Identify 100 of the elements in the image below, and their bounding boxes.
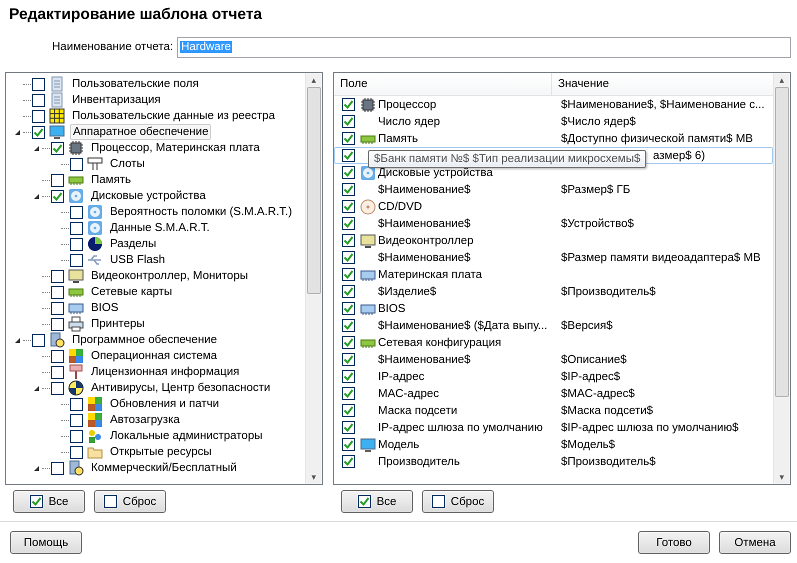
scrollbar[interactable]: ▴ ▾: [305, 73, 322, 484]
checkbox[interactable]: [342, 115, 355, 128]
checkbox[interactable]: [51, 462, 64, 474]
checkbox[interactable]: [70, 206, 83, 218]
checkbox[interactable]: [32, 126, 45, 138]
tree-item[interactable]: Антивирусы, Центр безопасности: [89, 381, 272, 395]
checkbox[interactable]: [342, 438, 355, 451]
tree-item[interactable]: Дисковые устройства: [89, 189, 208, 203]
dialog-button[interactable]: Готово: [638, 531, 710, 554]
field-value: $Размер памяти видеоадаптера$ MB: [561, 252, 761, 264]
checkbox-button[interactable]: Сброс: [422, 490, 494, 513]
checkbox[interactable]: [342, 387, 355, 400]
help-button[interactable]: Помощь: [10, 531, 82, 554]
scroll-down-button[interactable]: ▾: [780, 470, 784, 484]
scrollbar[interactable]: ▴ ▾: [773, 73, 790, 484]
checkbox[interactable]: [342, 370, 355, 383]
expander-icon[interactable]: [14, 128, 21, 136]
checkbox[interactable]: [342, 353, 355, 366]
checkbox[interactable]: [70, 446, 83, 458]
checkbox[interactable]: [32, 94, 45, 106]
checkbox[interactable]: [70, 430, 83, 442]
checkbox[interactable]: [342, 268, 355, 281]
checkbox[interactable]: [342, 234, 355, 247]
scrollbar-thumb[interactable]: [307, 87, 321, 294]
scrollbar-thumb[interactable]: [775, 87, 789, 397]
scroll-down-button[interactable]: ▾: [312, 470, 316, 484]
tree-item[interactable]: Обновления и патчи: [108, 397, 222, 411]
checkbox[interactable]: [51, 286, 64, 298]
checkbox[interactable]: [70, 254, 83, 266]
tree-item[interactable]: Операционная система: [89, 349, 220, 363]
field-value: $IP-адрес шлюза по умолчанию$: [561, 422, 738, 434]
checkbox[interactable]: [70, 158, 83, 170]
tree-item[interactable]: Слоты: [108, 157, 147, 171]
checkbox[interactable]: [51, 270, 64, 282]
checkbox[interactable]: [70, 398, 83, 410]
tree-item[interactable]: Лицензионная информация: [89, 365, 242, 379]
checkbox[interactable]: [342, 200, 355, 213]
checkbox[interactable]: [342, 404, 355, 417]
tree-item[interactable]: Локальные администраторы: [108, 429, 264, 443]
checkbox[interactable]: [342, 166, 355, 179]
checkbox[interactable]: [342, 132, 355, 145]
checkbox[interactable]: [342, 302, 355, 315]
checkbox[interactable]: [70, 222, 83, 234]
tree-item[interactable]: Аппаратное обеспечение: [70, 124, 212, 140]
tree-item[interactable]: Вероятность поломки (S.M.A.R.T.): [108, 205, 294, 219]
checkbox[interactable]: [51, 142, 64, 154]
checkbox[interactable]: [70, 238, 83, 250]
checkbox[interactable]: [342, 319, 355, 332]
column-header[interactable]: Значение: [552, 73, 773, 95]
column-header[interactable]: Поле: [334, 73, 552, 95]
dialog-button[interactable]: Отмена: [719, 531, 791, 554]
checkbox[interactable]: [342, 421, 355, 434]
checkbox[interactable]: [51, 366, 64, 378]
slot-icon: [87, 156, 103, 172]
tree-item[interactable]: Данные S.M.A.R.T.: [108, 221, 212, 235]
checkbox[interactable]: [51, 318, 64, 330]
checkbox[interactable]: [342, 285, 355, 298]
checkbox-button[interactable]: Все: [13, 490, 85, 513]
tree-item[interactable]: Коммерческий/Бесплатный: [89, 461, 239, 475]
scroll-up-button[interactable]: ▴: [312, 73, 316, 87]
checkbox[interactable]: [342, 455, 355, 468]
checkbox[interactable]: [342, 98, 355, 111]
checkbox[interactable]: [342, 336, 355, 349]
expander-icon[interactable]: [14, 336, 21, 344]
checkbox[interactable]: [51, 302, 64, 314]
tree-item[interactable]: Пользовательские поля: [70, 77, 201, 91]
checkbox[interactable]: [51, 350, 64, 362]
checkbox[interactable]: [32, 110, 45, 122]
expander-icon[interactable]: [33, 384, 40, 392]
checkbox[interactable]: [51, 174, 64, 186]
checkbox[interactable]: [32, 78, 45, 90]
checkbox-button[interactable]: Сброс: [94, 490, 166, 513]
tree-item[interactable]: Инвентаризация: [70, 93, 163, 107]
tree-item[interactable]: BIOS: [89, 301, 120, 315]
tree-item[interactable]: Пользовательские данные из реестра: [70, 109, 277, 123]
tree-item[interactable]: Открытые ресурсы: [108, 445, 214, 459]
expander-icon[interactable]: [33, 192, 40, 200]
checkbox[interactable]: [342, 217, 355, 230]
checkbox[interactable]: [342, 149, 355, 162]
tree-item[interactable]: Автозагрузка: [108, 413, 182, 427]
tree-item[interactable]: Разделы: [108, 237, 158, 251]
usb-icon: [87, 252, 103, 268]
checkbox[interactable]: [70, 414, 83, 426]
checkbox[interactable]: [342, 183, 355, 196]
tree-item[interactable]: Память: [89, 173, 134, 187]
checkbox[interactable]: [51, 190, 64, 202]
field-name: Процессор: [378, 98, 436, 110]
tree-item[interactable]: USB Flash: [108, 253, 167, 267]
checkbox[interactable]: [342, 251, 355, 264]
tree-item[interactable]: Принтеры: [89, 317, 147, 331]
expander-icon[interactable]: [33, 464, 40, 472]
checkbox[interactable]: [32, 334, 45, 346]
scroll-up-button[interactable]: ▴: [780, 73, 784, 87]
tree-item[interactable]: Сетевые карты: [89, 285, 174, 299]
expander-icon[interactable]: [33, 144, 40, 152]
checkbox[interactable]: [51, 382, 64, 394]
tree-item[interactable]: Процессор, Материнская плата: [89, 141, 262, 155]
tree-item[interactable]: Видеоконтроллер, Мониторы: [89, 269, 250, 283]
checkbox-button[interactable]: Все: [341, 490, 413, 513]
tree-item[interactable]: Программное обеспечение: [70, 333, 219, 347]
